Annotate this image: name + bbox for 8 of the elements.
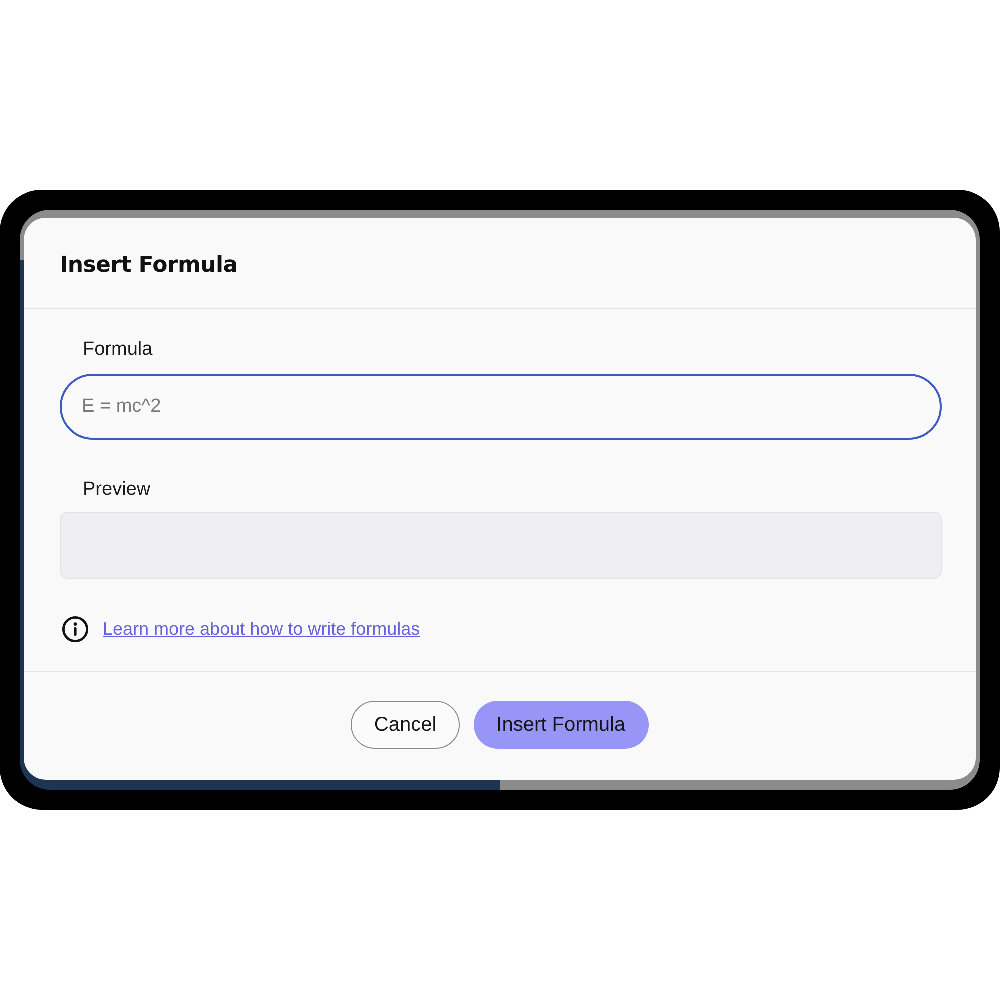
- formula-input-field[interactable]: E = mc^2: [60, 374, 942, 440]
- formula-label: Formula: [82, 338, 153, 362]
- dialog-title: Insert Formula: [60, 252, 238, 278]
- help-link[interactable]: Learn more about how to write formulas: [103, 619, 420, 640]
- info-icon: [62, 616, 89, 643]
- preview-label: Preview: [82, 478, 151, 502]
- insert-button[interactable]: Insert Formula: [474, 701, 649, 749]
- cancel-button[interactable]: Cancel: [351, 701, 460, 749]
